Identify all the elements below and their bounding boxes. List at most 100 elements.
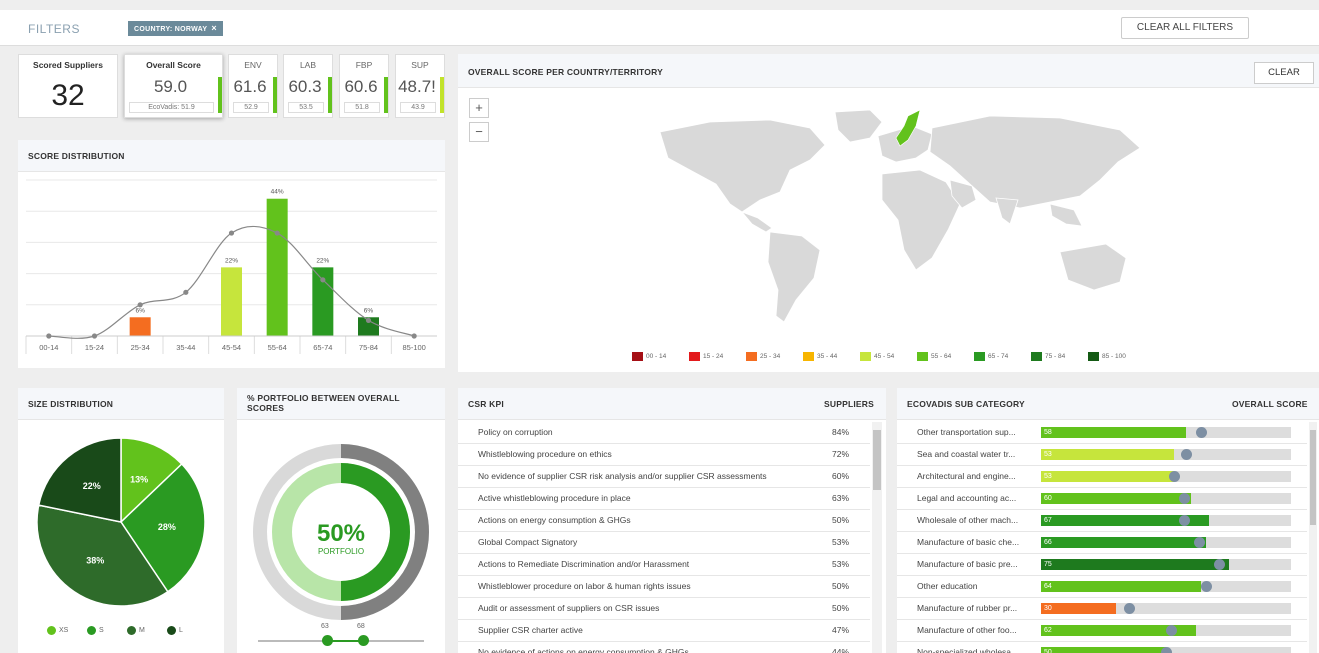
table-row[interactable]: Architectural and engine... 53 bbox=[897, 466, 1307, 488]
legend-swatch bbox=[1088, 352, 1099, 361]
table-row[interactable]: Global Compact Signatory 53% bbox=[458, 532, 870, 554]
zoom-out-button[interactable]: − bbox=[469, 122, 489, 142]
table-row[interactable]: Manufacture of basic pre... 75 bbox=[897, 554, 1307, 576]
legend-label: M bbox=[139, 627, 145, 634]
kpi-name: No evidence of actions on energy consump… bbox=[478, 647, 689, 653]
table-row[interactable]: Supplier CSR charter active 47% bbox=[458, 620, 870, 642]
table-row[interactable]: Sea and coastal water tr... 53 bbox=[897, 444, 1307, 466]
legend-label: 85 - 100 bbox=[1102, 353, 1126, 360]
clear-all-filters-button[interactable]: CLEAR ALL FILTERS bbox=[1121, 17, 1249, 39]
score-color-bar bbox=[328, 77, 332, 113]
map-legend-item: 75 - 84 bbox=[1031, 352, 1065, 362]
south-america-shape bbox=[767, 231, 821, 323]
curve-point bbox=[228, 230, 235, 236]
table-row[interactable]: Whistleblower procedure on labor & human… bbox=[458, 576, 870, 598]
filter-chip-country[interactable]: COUNTRY: NORWAY × bbox=[128, 21, 223, 36]
table-row[interactable]: Policy on corruption 84% bbox=[458, 422, 870, 444]
bar-55-64[interactable] bbox=[266, 198, 288, 336]
table-row[interactable]: Active whistleblowing procedure in place… bbox=[458, 488, 870, 510]
panel-header: OVERALL SCORE PER COUNTRY/TERRITORY bbox=[458, 54, 1319, 88]
kpi-percent: 53% bbox=[832, 559, 850, 569]
world-map[interactable] bbox=[620, 100, 1180, 332]
overall-score-card[interactable]: Overall Score 59.0 EcoVadis: 51.9 bbox=[124, 54, 223, 118]
card-benchmark: 51.8 bbox=[344, 102, 380, 113]
panel-header: CSR KPI SUPPLIERS bbox=[458, 388, 886, 420]
score-distribution-chart: 00-14 15-24 6% 25-34 35-44 22% 45-54 44% 55-64 22… bbox=[25, 179, 437, 354]
table-row[interactable]: Audit or assessment of suppliers on CSR … bbox=[458, 598, 870, 620]
portfolio-label: PORTFOLIO bbox=[318, 547, 364, 556]
legend-swatch bbox=[689, 352, 700, 361]
table-row[interactable]: Wholesale of other mach... 67 bbox=[897, 510, 1307, 532]
fbp-score-card[interactable]: FBP 60.6 51.8 bbox=[339, 54, 389, 118]
table-row[interactable]: Other education 64 bbox=[897, 576, 1307, 598]
score-bar-fill: 53 bbox=[1041, 449, 1174, 460]
bar-25-34[interactable] bbox=[129, 317, 151, 336]
curve-point bbox=[365, 317, 372, 323]
card-value: 59.0 bbox=[153, 77, 188, 96]
legend-swatch bbox=[1031, 352, 1042, 361]
legend-label: 65 - 74 bbox=[988, 353, 1009, 360]
benchmark-dot bbox=[1161, 647, 1172, 653]
table-row[interactable]: Manufacture of other foo... 62 bbox=[897, 620, 1307, 642]
subcategory-name: Non-specialized wholesa... bbox=[917, 647, 1019, 653]
map-legend-item: 00 - 14 bbox=[632, 352, 666, 362]
pie-label: 28% bbox=[158, 522, 176, 532]
table-row[interactable]: Other transportation sup... 58 bbox=[897, 422, 1307, 444]
card-value: 32 bbox=[51, 79, 85, 112]
table-row[interactable]: Whistleblowing procedure on ethics 72% bbox=[458, 444, 870, 466]
kpi-name: Audit or assessment of suppliers on CSR … bbox=[478, 603, 660, 613]
kpi-name: Policy on corruption bbox=[478, 427, 553, 437]
southeast-asia-shape bbox=[1049, 203, 1083, 227]
zoom-in-button[interactable]: + bbox=[469, 98, 489, 118]
table-row[interactable]: Actions to Remediate Discrimination and/… bbox=[458, 554, 870, 576]
table-row[interactable]: Legal and accounting ac... 60 bbox=[897, 488, 1307, 510]
subcategory-name: Manufacture of basic pre... bbox=[917, 559, 1018, 569]
csr-kpi-panel: CSR KPI SUPPLIERS Policy on corruption 84… bbox=[458, 388, 886, 653]
legend-label: 25 - 34 bbox=[760, 353, 781, 360]
benchmark-dot bbox=[1178, 493, 1190, 504]
curve-point bbox=[46, 333, 52, 339]
bar-45-54[interactable] bbox=[221, 267, 242, 336]
clear-map-button[interactable]: CLEAR bbox=[1254, 62, 1314, 84]
table-row[interactable]: Manufacture of rubber pr... 30 bbox=[897, 598, 1307, 620]
lab-score-card[interactable]: LAB 60.3 53.5 bbox=[283, 54, 333, 118]
card-value: 61.6 bbox=[233, 77, 267, 96]
india-shape bbox=[995, 197, 1019, 225]
map-legend-item: 45 - 54 bbox=[860, 352, 894, 362]
kpi-name: Actions on energy consumption & GHGs bbox=[478, 515, 631, 525]
card-value: 60.3 bbox=[288, 77, 322, 96]
range-slider-handle-high[interactable] bbox=[358, 635, 369, 646]
subcategory-name: Wholesale of other mach... bbox=[917, 515, 1019, 525]
subcategory-name: Manufacture of basic che... bbox=[917, 537, 1020, 547]
legend-dot bbox=[87, 626, 96, 635]
table-row[interactable]: No evidence of supplier CSR risk analysi… bbox=[458, 466, 870, 488]
portfolio-panel: % PORTFOLIO BETWEEN OVERALL SCORES 50% P… bbox=[237, 388, 445, 653]
legend-swatch bbox=[632, 352, 643, 361]
scrollbar-thumb[interactable] bbox=[873, 430, 881, 490]
card-value: 60.6 bbox=[344, 77, 378, 96]
panel-header: SCORE DISTRIBUTION bbox=[18, 140, 445, 172]
table-row[interactable]: No evidence of actions on energy consump… bbox=[458, 642, 870, 653]
benchmark-dot bbox=[1196, 427, 1207, 438]
x-tick-label: 65-74 bbox=[313, 343, 332, 352]
score-bar-fill: 53 bbox=[1041, 471, 1174, 482]
sup-score-card[interactable]: SUP 48.7! 43.9 bbox=[395, 54, 445, 118]
kpi-percent: 47% bbox=[832, 625, 850, 635]
benchmark-dot bbox=[1178, 515, 1190, 526]
legend-swatch bbox=[746, 352, 757, 361]
scrollbar-thumb[interactable] bbox=[1310, 430, 1316, 525]
close-icon[interactable]: × bbox=[211, 23, 217, 33]
range-slider-handle-low[interactable] bbox=[322, 635, 333, 646]
card-label: FBP bbox=[355, 60, 373, 70]
curve-point bbox=[91, 333, 98, 339]
scored-suppliers-card[interactable]: Scored Suppliers 32 bbox=[18, 54, 118, 118]
table-row[interactable]: Non-specialized wholesa... 50 bbox=[897, 642, 1307, 653]
size-legend-item: S bbox=[87, 626, 104, 636]
table-row[interactable]: Manufacture of basic che... 66 bbox=[897, 532, 1307, 554]
subcategory-name: Manufacture of rubber pr... bbox=[917, 603, 1018, 613]
legend-label: 35 - 44 bbox=[817, 353, 838, 360]
portfolio-donut-chart: 50% PORTFOLIO bbox=[253, 444, 429, 620]
table-row[interactable]: Actions on energy consumption & GHGs 50% bbox=[458, 510, 870, 532]
env-score-card[interactable]: ENV 61.6 52.9 bbox=[228, 54, 278, 118]
x-tick-label: 75-84 bbox=[359, 343, 378, 352]
